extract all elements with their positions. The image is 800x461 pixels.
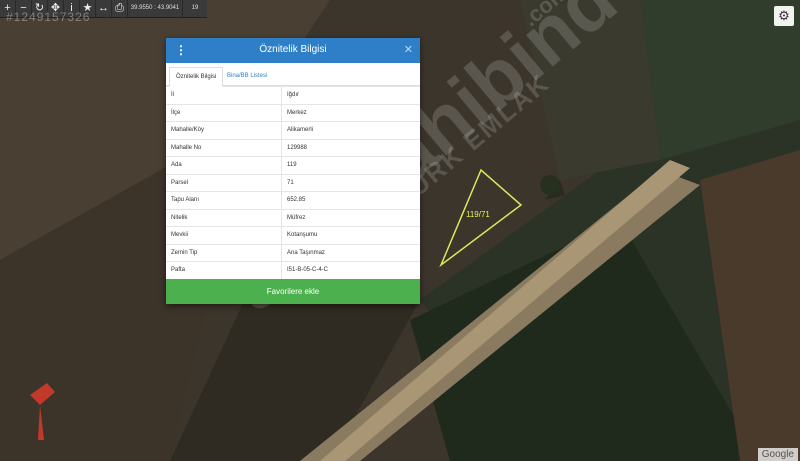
attribute-value: Alikamerli [281,121,420,139]
table-row: İl Iğdır [166,86,420,104]
attribute-value: Müfrez [281,208,420,227]
attribute-key: Zemin Tip [166,243,282,262]
table-row: Parsel 71 [166,173,420,192]
attribute-info-dialog: ⋮ Öznitelik Bilgisi ✕ Öznitelik Bilgisi … [166,38,420,304]
attribute-value: 129988 [281,138,420,157]
attribute-key: İlçe [166,103,282,122]
attribute-value: Merkez [281,103,420,122]
dialog-header: ⋮ Öznitelik Bilgisi ✕ [166,38,420,63]
table-row: Pafta I51-B-05-C-4-C [166,261,420,279]
attribute-key: Mahalle/Köy [166,121,282,139]
tab-attribute-info[interactable]: Öznitelik Bilgisi [169,67,224,87]
coordinate-readout: 39.9550 : 43.9041 [128,0,183,17]
zoom-level: 19 [191,5,199,11]
attribute-key: Mahalle No [166,138,282,157]
add-favorites-button[interactable]: Favorilere ekle [166,279,420,304]
table-row: İlçe Merkez [166,103,420,122]
attribute-table: İl Iğdır İlçe Merkez Mahalle/Köy Alikamerli Ma… [166,86,420,279]
table-row: Ada 119 [166,156,420,174]
dialog-title: Öznitelik Bilgisi [259,44,327,55]
attribute-key: Parsel [166,173,282,192]
table-row: Mahalle No 129988 [166,138,420,157]
attribute-key: Pafta [166,261,282,279]
listing-id: #1249157326 [6,10,91,24]
attribute-value: I51-B-05-C-4-C [281,261,420,279]
attribute-value: Kotanşumu [281,226,420,244]
table-row: Mevkii Kotanşumu [166,226,420,244]
tab-building-list[interactable]: Bina/BB Listesi [221,67,273,85]
parcel-label: 119/71 [466,210,490,219]
attribute-key: Tapu Alanı [166,191,282,209]
attribute-value: 71 [281,173,420,192]
attribute-value: 119 [281,156,420,174]
attribute-value: Iğdır [281,86,420,104]
dialog-tabs: Öznitelik Bilgisi Bina/BB Listesi [166,63,420,87]
attribute-key: Nitelik [166,208,282,227]
table-row: Mahalle/Köy Alikamerli [166,121,420,139]
measure-icon[interactable]: ↔ [96,0,112,17]
attribute-key: Mevkii [166,226,282,244]
attribute-key: Ada [166,156,282,174]
table-row: Tapu Alanı 652.85 [166,191,420,209]
print-icon[interactable]: ⎙ [112,0,128,17]
attribute-key: İl [166,86,282,104]
attribute-value: 652.85 [281,191,420,209]
attribute-value: Ana Taşınmaz [281,243,420,262]
google-logo: Google [757,448,798,461]
gear-icon[interactable]: ⚙ [774,6,794,26]
table-row: Zemin Tip Ana Taşınmaz [166,243,420,262]
close-icon[interactable]: ✕ [404,43,413,56]
table-row: Nitelik Müfrez [166,208,420,227]
